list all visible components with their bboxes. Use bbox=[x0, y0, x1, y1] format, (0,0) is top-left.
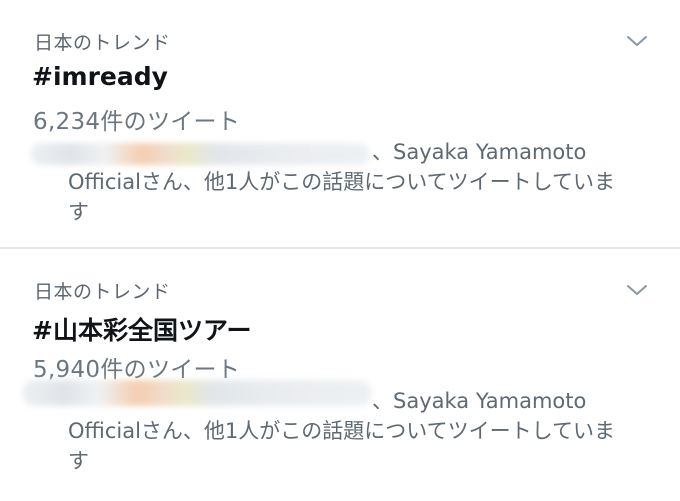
trend-context-label: 日本のトレンド bbox=[34, 32, 171, 54]
trend-item[interactable]: 日本のトレンド #imready 6,234件のツイート 、Sayaka Yam… bbox=[0, 0, 680, 248]
social-context-line: Officialさん、他1人がこの話題についてツイートしていま bbox=[68, 419, 616, 443]
trend-hashtag[interactable]: #imready bbox=[32, 62, 168, 91]
tweet-count: 5,940件のツイート bbox=[33, 357, 241, 383]
trend-item[interactable]: 日本のトレンド #山本彩全国ツアー 5,940件のツイート 、Sayaka Ya… bbox=[0, 249, 680, 501]
chevron-down-icon[interactable] bbox=[626, 34, 648, 48]
trend-hashtag[interactable]: #山本彩全国ツアー bbox=[32, 311, 251, 347]
social-context-line: 、Sayaka Yamamoto bbox=[372, 389, 587, 413]
tweet-count: 6,234件のツイート bbox=[33, 109, 241, 135]
social-context: 、Sayaka Yamamoto Officialさん、他1人がこの話題について… bbox=[68, 137, 658, 227]
social-context: 、Sayaka Yamamoto Officialさん、他1人がこの話題について… bbox=[68, 386, 658, 476]
social-context-line: す bbox=[68, 449, 89, 473]
trend-context-label: 日本のトレンド bbox=[34, 281, 171, 303]
trend-list: 日本のトレンド #imready 6,234件のツイート 、Sayaka Yam… bbox=[0, 0, 680, 501]
social-context-line: Officialさん、他1人がこの話題についてツイートしていま bbox=[68, 170, 616, 194]
social-context-line: 、Sayaka Yamamoto bbox=[372, 140, 587, 164]
social-context-line: す bbox=[68, 200, 89, 224]
chevron-down-icon[interactable] bbox=[626, 283, 648, 297]
